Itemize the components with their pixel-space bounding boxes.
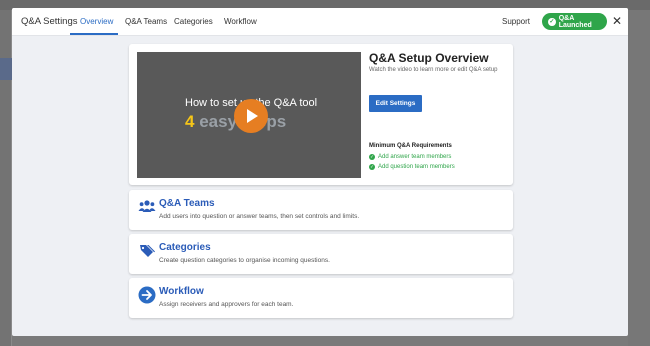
qa-launched-button[interactable]: ✓ Q&A Launched bbox=[542, 13, 607, 30]
arrow-right-circle-icon bbox=[138, 286, 156, 304]
edit-settings-button[interactable]: Edit Settings bbox=[369, 95, 422, 112]
qa-teams-title: Q&A Teams bbox=[159, 198, 215, 209]
workflow-card[interactable]: Workflow Assign receivers and approvers … bbox=[129, 278, 513, 318]
tags-icon bbox=[140, 245, 155, 257]
tab-overview[interactable]: Overview bbox=[80, 17, 113, 26]
setup-overview-card: How to set up the Q&A tool 4 easy steps … bbox=[129, 44, 513, 185]
qa-settings-modal: Q&A Settings Overview Q&A Teams Categori… bbox=[12, 8, 628, 336]
tab-categories[interactable]: Categories bbox=[174, 17, 213, 26]
check-circle-icon: ✓ bbox=[369, 154, 375, 160]
qa-launched-label: Q&A Launched bbox=[558, 14, 592, 29]
requirement-item: ✓ Add answer team members bbox=[369, 154, 451, 160]
requirements-title: Minimum Q&A Requirements bbox=[369, 143, 452, 149]
check-circle-icon: ✓ bbox=[548, 17, 556, 26]
support-link[interactable]: Support bbox=[502, 17, 530, 26]
play-icon[interactable] bbox=[234, 99, 268, 133]
people-icon bbox=[138, 200, 156, 212]
active-tab-indicator bbox=[70, 33, 118, 35]
tab-qa-teams[interactable]: Q&A Teams bbox=[125, 17, 167, 26]
tab-workflow[interactable]: Workflow bbox=[224, 17, 257, 26]
qa-teams-description: Add users into question or answer teams,… bbox=[159, 213, 360, 220]
modal-title: Q&A Settings bbox=[21, 16, 78, 27]
video-caption-number: 4 bbox=[185, 112, 195, 131]
categories-card[interactable]: Categories Create question categories to… bbox=[129, 234, 513, 274]
video-player[interactable]: How to set up the Q&A tool 4 easy steps bbox=[137, 52, 361, 178]
modal-header: Q&A Settings Overview Q&A Teams Categori… bbox=[12, 8, 628, 36]
check-circle-icon: ✓ bbox=[369, 164, 375, 170]
requirement-item: ✓ Add question team members bbox=[369, 164, 455, 170]
overview-title: Q&A Setup Overview bbox=[369, 51, 489, 65]
requirement-label: Add question team members bbox=[378, 164, 455, 170]
qa-teams-card[interactable]: Q&A Teams Add users into question or ans… bbox=[129, 190, 513, 230]
background-sidebar bbox=[0, 10, 12, 346]
workflow-title: Workflow bbox=[159, 286, 204, 297]
workflow-description: Assign receivers and approvers for each … bbox=[159, 301, 294, 308]
overview-subtitle: Watch the video to learn more or edit Q&… bbox=[369, 67, 498, 73]
close-icon[interactable]: ✕ bbox=[612, 14, 622, 28]
categories-title: Categories bbox=[159, 242, 211, 253]
categories-description: Create question categories to organise i… bbox=[159, 257, 330, 264]
requirement-label: Add answer team members bbox=[378, 154, 452, 160]
background-right-strip bbox=[628, 10, 650, 346]
